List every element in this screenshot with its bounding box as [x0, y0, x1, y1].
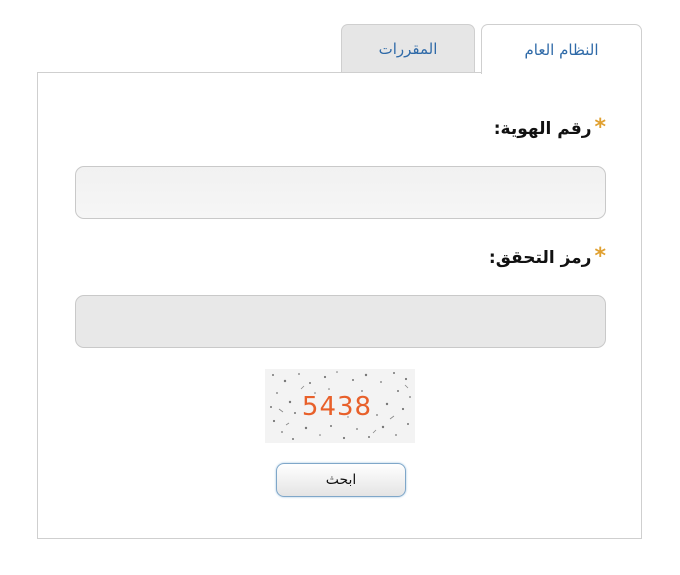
- tab-general-system-label: النظام العام: [524, 40, 599, 59]
- verification-code-input[interactable]: [75, 295, 606, 348]
- required-star: *: [594, 244, 606, 269]
- required-star: *: [594, 115, 606, 140]
- search-form-panel: * رقم الهوية: * رمز التحقق: 5438 ابحث: [37, 72, 642, 539]
- verification-code-label: * رمز التحقق:: [488, 244, 606, 269]
- id-number-label: * رقم الهوية:: [493, 115, 606, 140]
- id-number-input[interactable]: [75, 166, 606, 219]
- id-number-label-text: رقم الهوية:: [493, 119, 592, 139]
- search-button[interactable]: ابحث: [276, 463, 406, 497]
- tab-courses-label: المقررات: [378, 39, 438, 58]
- tab-courses[interactable]: المقررات: [341, 24, 475, 72]
- verification-code-label-text: رمز التحقق:: [488, 248, 592, 268]
- tab-general-system[interactable]: النظام العام: [481, 24, 642, 74]
- captcha-image: 5438: [265, 369, 415, 443]
- captcha-text: 5438: [302, 392, 372, 422]
